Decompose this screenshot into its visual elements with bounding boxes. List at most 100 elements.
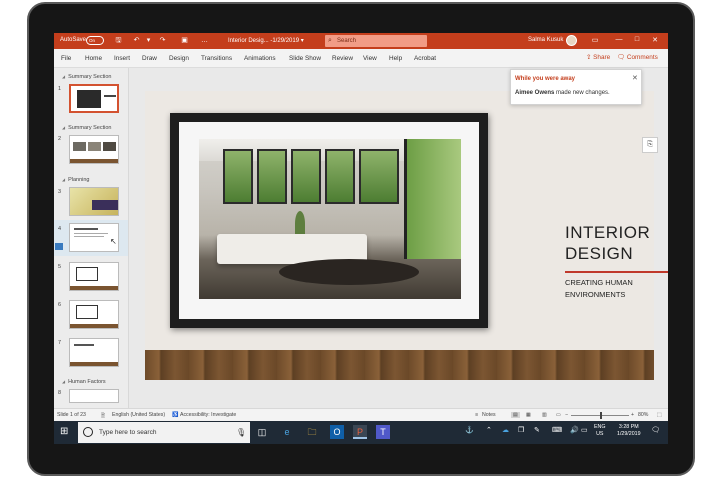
slide-thumbnail-5[interactable]	[69, 262, 119, 291]
tab-transitions[interactable]: Transitions	[201, 55, 232, 62]
tab-acrobat[interactable]: Acrobat	[414, 55, 436, 62]
tab-review[interactable]: Review	[332, 55, 353, 62]
minimize-button[interactable]: —	[614, 36, 624, 43]
comment-marker-icon[interactable]	[55, 243, 63, 250]
interior-photo[interactable]	[199, 139, 461, 299]
save-icon[interactable]: 🖫	[114, 36, 123, 45]
photo-plant	[295, 211, 305, 236]
input-language[interactable]: ENG US	[594, 424, 605, 438]
microphone-icon[interactable]: 🎙	[236, 422, 246, 443]
slide-title[interactable]: INTERIOR DESIGN	[565, 222, 650, 264]
comments-button[interactable]: 🗨 Comments	[617, 53, 658, 61]
proofing-icon[interactable]: 🖹	[101, 412, 105, 421]
tab-home[interactable]: Home	[85, 55, 102, 62]
user-name[interactable]: Salma Kusuk	[528, 37, 563, 43]
zoom-slider-thumb[interactable]	[600, 412, 602, 419]
zoom-out-icon[interactable]: −	[565, 412, 568, 418]
thumb-title	[74, 344, 94, 346]
tab-animations[interactable]: Animations	[244, 55, 276, 62]
slideshow-icon[interactable]: ▭	[556, 412, 561, 418]
notes-icon[interactable]: ≡	[475, 412, 478, 418]
normal-view-icon[interactable]: ▤	[511, 412, 520, 418]
clock[interactable]: 3:28 PM 1/29/2019	[617, 424, 641, 438]
ribbon-display-icon[interactable]: ▭	[590, 36, 600, 44]
slide-thumbnail-8[interactable]	[69, 389, 119, 403]
slide-thumbnail-pane[interactable]: Summary Section 1 Summary Section 2 Plan…	[54, 68, 129, 408]
slide-thumbnail-1[interactable]	[69, 84, 119, 113]
customize-toolbar-icon[interactable]: …	[200, 36, 209, 45]
volume-icon[interactable]: 🔊	[570, 426, 579, 434]
thumb-floor	[70, 159, 118, 163]
section-header[interactable]: Human Factors	[62, 379, 106, 385]
clock-time: 3:28 PM	[618, 424, 639, 430]
design-ideas-icon[interactable]: ⎘	[642, 137, 658, 153]
action-center-icon[interactable]: 🗨	[651, 426, 660, 434]
section-header[interactable]: Planning	[62, 177, 89, 183]
tab-view[interactable]: View	[363, 55, 377, 62]
popup-close-button[interactable]: ✕	[632, 74, 638, 82]
thumb-floor	[70, 324, 118, 328]
undo-icon[interactable]: ↶	[132, 36, 141, 45]
avatar[interactable]	[566, 35, 577, 46]
battery-icon[interactable]: ▭	[581, 426, 588, 434]
zoom-level[interactable]: 80%	[638, 412, 648, 418]
zoom-in-icon[interactable]: +	[631, 412, 634, 418]
slide-sorter-icon[interactable]: ▦	[526, 412, 531, 418]
powerpoint-icon[interactable]: P	[353, 425, 367, 439]
file-explorer-icon[interactable]: 🗀	[305, 425, 319, 439]
search-icon: ⌕	[328, 37, 332, 44]
present-icon[interactable]: ▣	[180, 36, 189, 45]
tab-help[interactable]: Help	[389, 55, 402, 62]
accessibility-status[interactable]: Accessibility: Investigate	[180, 412, 236, 418]
document-title[interactable]: Interior Desig... -1/29/2019 ▾	[228, 37, 304, 44]
thumb-banner	[92, 200, 118, 210]
autosave-toggle[interactable]: On	[86, 36, 104, 45]
keyboard-icon[interactable]: ⌨	[552, 426, 562, 434]
taskbar-search-input[interactable]: Type here to search 🎙	[78, 422, 250, 443]
edge-icon[interactable]: e	[280, 425, 294, 439]
share-button[interactable]: ⇪ Share	[586, 53, 610, 61]
windows-start-icon[interactable]: ⊞	[60, 427, 68, 437]
redo-icon[interactable]: ↷	[158, 36, 167, 45]
network-icon[interactable]: ❐	[518, 426, 524, 434]
status-bar: Slide 1 of 23 🖹 English (United States) …	[54, 408, 668, 421]
slide-thumbnail-7[interactable]	[69, 338, 119, 367]
picture-mat	[179, 122, 479, 319]
tab-design[interactable]: Design	[169, 55, 189, 62]
onedrive-icon[interactable]: ☁	[502, 426, 509, 434]
chevron-up-icon[interactable]: ⌃	[486, 426, 492, 434]
picture-frame[interactable]	[170, 113, 488, 328]
close-button[interactable]: ✕	[650, 36, 660, 44]
section-header[interactable]: Summary Section	[62, 125, 111, 131]
mouse-cursor-icon: ↖	[110, 237, 117, 246]
search-input[interactable]: ⌕ Search	[325, 35, 427, 47]
thumb-photo	[73, 142, 86, 151]
slide-canvas[interactable]: INTERIOR DESIGN CREATING HUMAN ENVIRONME…	[145, 91, 668, 380]
slide-thumbnail-6[interactable]	[69, 300, 119, 329]
pen-icon[interactable]: ✎	[534, 426, 540, 434]
section-header[interactable]: Summary Section	[62, 74, 111, 80]
slide-number: 6	[58, 302, 62, 308]
accessibility-icon[interactable]: ♿	[172, 412, 178, 418]
tab-file[interactable]: File	[61, 55, 71, 62]
teams-icon[interactable]: T	[376, 425, 390, 439]
restore-button[interactable]: □	[632, 36, 642, 43]
slide-thumbnail-3[interactable]	[69, 187, 119, 216]
tab-draw[interactable]: Draw	[142, 55, 157, 62]
chevron-down-icon[interactable]: ▾	[144, 36, 153, 45]
tab-insert[interactable]: Insert	[114, 55, 130, 62]
task-view-icon[interactable]: ◫	[255, 425, 269, 439]
language-status[interactable]: English (United States)	[112, 412, 165, 418]
popup-title: While you were away	[515, 76, 576, 82]
tab-slide-show[interactable]: Slide Show	[289, 55, 321, 62]
popup-author[interactable]: Aimee Owens	[515, 90, 554, 96]
slide-subtitle[interactable]: CREATING HUMAN ENVIRONMENTS	[565, 277, 633, 301]
popup-message: Aimee Owens made new changes.	[515, 90, 610, 96]
reading-view-icon[interactable]: ▥	[542, 412, 547, 418]
people-icon[interactable]: ⚓	[465, 426, 474, 434]
slide-number: 7	[58, 340, 62, 346]
fit-to-window-icon[interactable]: ⬚	[657, 412, 662, 418]
notes-button[interactable]: Notes	[482, 412, 496, 418]
outlook-icon[interactable]: O	[330, 425, 344, 439]
slide-thumbnail-2[interactable]	[69, 135, 119, 164]
